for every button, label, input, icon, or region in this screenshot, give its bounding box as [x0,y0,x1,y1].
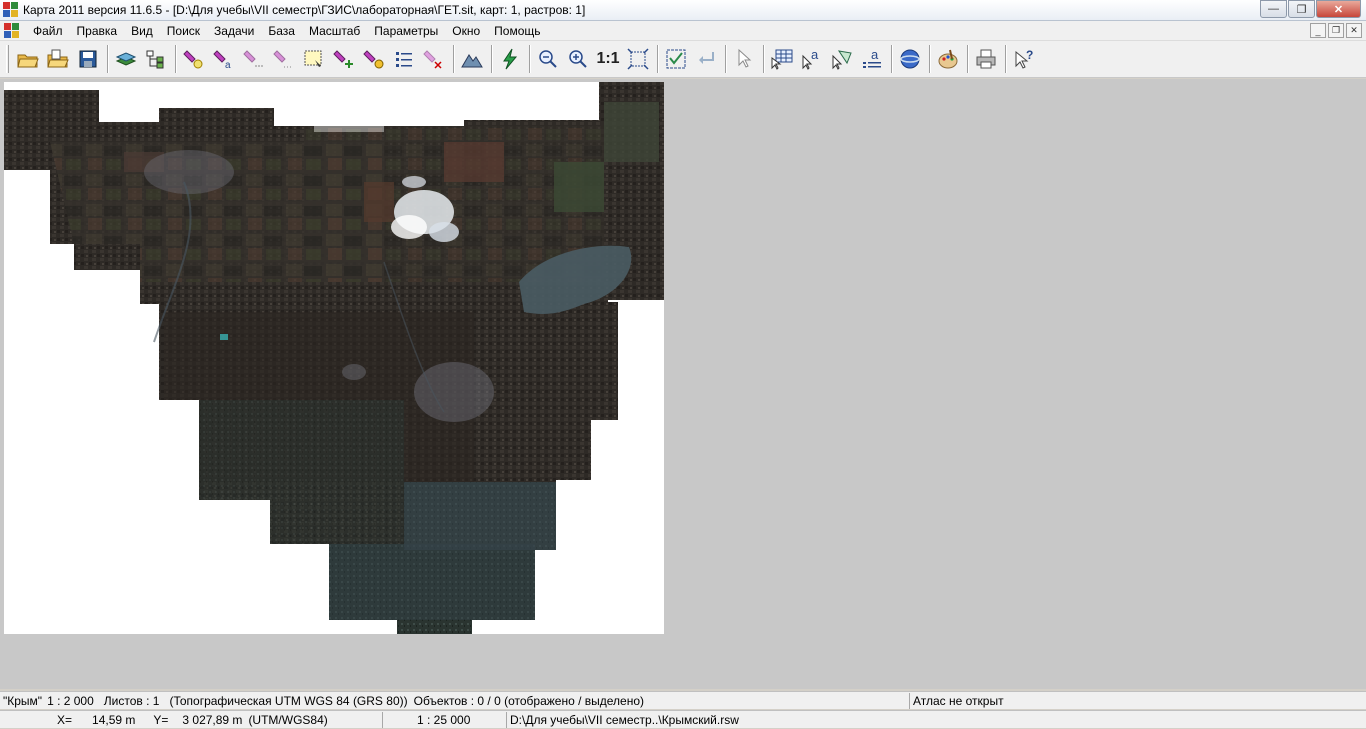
fit-icon[interactable] [625,45,651,73]
select-frame-icon[interactable] [301,45,327,73]
status-map-scale: 1 : 2 000 [47,693,94,708]
toolbar-separator [967,45,969,73]
toolbar-separator [929,45,931,73]
coord-y-value: 3 027,89 m [182,712,243,727]
select-pen-icon[interactable] [241,45,267,73]
svg-text:?: ? [1026,48,1033,62]
help-pointer-icon[interactable]: ? [1011,45,1037,73]
globe-icon[interactable] [897,45,923,73]
list-text-icon[interactable]: a [859,45,885,73]
scale-1-1-button[interactable]: 1:1 [595,45,621,73]
print-icon[interactable] [973,45,999,73]
toolbar-separator [453,45,455,73]
layers-icon[interactable] [113,45,139,73]
check-icon[interactable] [663,45,689,73]
toolbar-grip[interactable] [6,45,9,73]
menu-window[interactable]: Окно [445,21,487,41]
coord-y-label: Y= [153,712,169,727]
maximize-button[interactable]: ❐ [1288,0,1315,18]
mdi-close-button[interactable]: ✕ [1346,23,1362,38]
lightning-icon[interactable] [497,45,523,73]
status-objects: Объектов : 0 / 0 (отображено / выделено) [413,693,645,708]
main-toolbar: a 1:1 a a ? [0,41,1366,78]
status-atlas: Атлас не открыт [913,693,1004,708]
satellite-raster-image[interactable] [4,82,664,634]
status-bar-main: "Крым" 1 : 2 000 Листов : 1 (Топографиче… [0,691,1366,709]
table-icon[interactable] [769,45,795,73]
map-workspace[interactable] [0,79,1366,689]
cursor-shape-icon[interactable] [829,45,855,73]
select-object-icon[interactable] [181,45,207,73]
select-multi-icon[interactable] [271,45,297,73]
list-icon[interactable] [391,45,417,73]
app-logo-icon [3,2,19,18]
menu-scale[interactable]: Масштаб [302,21,367,41]
tree-icon[interactable] [143,45,169,73]
minimize-button[interactable]: — [1260,0,1287,18]
clear-select-icon[interactable] [421,45,447,73]
close-button[interactable]: ✕ [1316,0,1361,18]
palette-icon[interactable] [935,45,961,73]
mdi-restore-button[interactable]: ❐ [1328,23,1344,38]
title-bar: Карта 2011 версия 11.6.5 - [D:\Для учебы… [0,0,1366,21]
menu-file[interactable]: Файл [26,21,70,41]
return-icon[interactable] [693,45,719,73]
status-sheets: Листов : 1 [103,693,160,708]
toolbar-separator [529,45,531,73]
map-window[interactable] [4,82,664,634]
menu-edit[interactable]: Правка [70,21,125,41]
open-project-icon[interactable] [45,45,71,73]
window-title: Карта 2011 версия 11.6.5 - [D:\Для учебы… [23,3,586,17]
cursor-text-icon[interactable]: a [799,45,825,73]
select-add-icon[interactable] [331,45,357,73]
menu-search[interactable]: Поиск [160,21,207,41]
menu-database[interactable]: База [261,21,302,41]
toolbar-separator [725,45,727,73]
mdi-minimize-button[interactable]: _ [1310,23,1326,38]
toolbar-separator [763,45,765,73]
menu-view[interactable]: Вид [124,21,160,41]
coord-x-value: 14,59 m [92,712,136,727]
open-folder-icon[interactable] [15,45,41,73]
select-label-icon[interactable]: a [211,45,237,73]
svg-text:a: a [811,48,819,62]
pointer-icon[interactable] [731,45,757,73]
zoom-in-icon[interactable] [565,45,591,73]
toolbar-separator [491,45,493,73]
toolbar-separator [107,45,109,73]
toolbar-separator [175,45,177,73]
toolbar-separator [657,45,659,73]
status-bar-coords: X= 14,59 m Y= 3 027,89 m (UTM/WGS84) 1 :… [0,710,1366,728]
document-menu-icon[interactable] [4,22,20,39]
toolbar-separator [891,45,893,73]
menu-tasks[interactable]: Задачи [207,21,261,41]
status-projection: (Топографическая UTM WGS 84 (GRS 80)) [169,693,408,708]
coord-x-label: X= [57,712,73,727]
svg-text:a: a [225,60,231,70]
svg-text:a: a [871,48,879,62]
status-view-scale: 1 : 25 000 [417,712,471,727]
zoom-out-icon[interactable] [535,45,561,73]
status-map-name: "Крым" [3,693,43,708]
menu-bar: Файл Правка Вид Поиск Задачи База Масшта… [0,21,1366,41]
terrain-icon[interactable] [459,45,485,73]
toolbar-separator [1005,45,1007,73]
coord-crs: (UTM/WGS84) [248,712,328,727]
menu-help[interactable]: Помощь [487,21,547,41]
status-raster-path: D:\Для учебы\VII семестр..\Крымский.rsw [510,712,739,727]
select-query-icon[interactable] [361,45,387,73]
save-icon[interactable] [75,45,101,73]
menu-parameters[interactable]: Параметры [367,21,445,41]
